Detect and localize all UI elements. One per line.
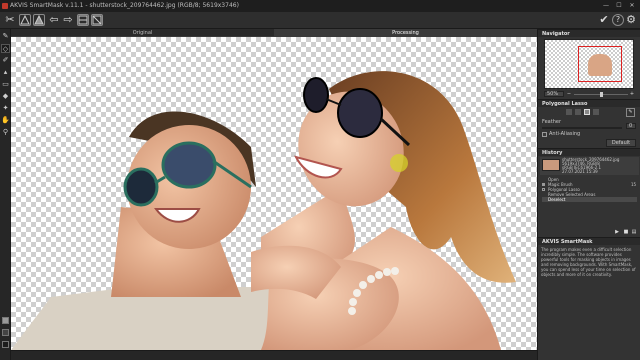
lasso-subtract-icon[interactable] <box>584 109 590 115</box>
polygonal-lasso-header: Polygonal Lasso <box>538 99 640 107</box>
history-file-date: 27.07.2021 15:39 <box>562 169 598 174</box>
feather-label: Feather <box>542 119 562 125</box>
lasso-add-icon[interactable] <box>575 109 581 115</box>
about-text: The program makes even a difficult selec… <box>541 247 636 277</box>
view-tabs: Original Processing <box>11 29 537 37</box>
couple-photo <box>11 71 516 350</box>
app-logo-icon <box>2 3 8 9</box>
history-play-icon[interactable]: ▶ <box>614 229 620 235</box>
magic-brush-icon[interactable]: ✎ <box>1 32 10 41</box>
mode-icon[interactable] <box>19 14 31 26</box>
history-clear-icon[interactable]: ▤ <box>631 229 637 235</box>
color-swap-swatch[interactable] <box>2 341 9 348</box>
lasso-new-selection-icon[interactable] <box>566 109 572 115</box>
apply-check-icon[interactable]: ✔ <box>598 14 610 26</box>
image-canvas[interactable] <box>11 37 537 350</box>
zoom-slider[interactable] <box>574 92 628 97</box>
history-thumbnail <box>542 159 560 171</box>
back-arrow-icon[interactable]: ⇦ <box>48 14 60 26</box>
smartmask-logo-icon: ✂ <box>5 13 15 26</box>
lasso-small-icon <box>542 188 545 191</box>
history-header: History <box>538 148 640 156</box>
settings-gear-icon[interactable]: ⚙ <box>625 14 637 26</box>
navigator-zoom-box[interactable]: 50% <box>544 91 564 97</box>
navigator-thumbnail-couple <box>588 54 612 76</box>
feather-slider[interactable] <box>542 127 622 129</box>
history-list: Open Magic Brush 15 Polygonal Lasso Remo… <box>540 177 639 207</box>
zoom-in-icon[interactable]: + <box>629 91 635 97</box>
selection-brush-icon[interactable]: ✐ <box>1 56 10 65</box>
history-controls: ▶ ■ ▤ <box>540 228 639 236</box>
feather-value: 0 <box>629 123 633 129</box>
polygonal-lasso-icon[interactable]: ◇ <box>1 44 10 53</box>
help-icon[interactable]: ? <box>612 14 624 26</box>
maximize-button[interactable]: ☐ <box>613 0 625 12</box>
zoom-icon[interactable]: ⚲ <box>1 128 10 137</box>
magic-brush-small-icon <box>542 183 545 186</box>
history-item-label: Deselect <box>548 197 566 202</box>
right-panel: Navigator 50% − + Polygonal Lasso ✎ Feat… <box>537 29 640 360</box>
bucket-icon[interactable]: ◆ <box>1 92 10 101</box>
history-brush-icon[interactable]: ✦ <box>1 104 10 113</box>
foreground-swatch[interactable] <box>2 317 9 324</box>
history-delete-icon[interactable]: ■ <box>623 229 629 235</box>
zoom-slider-thumb[interactable] <box>600 92 603 97</box>
title-bar: AKVIS SmartMask v.11.1 - shutterstock_20… <box>0 0 640 12</box>
top-toolbar: ✂ ⇦ ⇨ ✔ ? ⚙ <box>0 12 640 29</box>
antialiasing-label: Anti-Aliasing <box>549 131 581 137</box>
history-file-entry[interactable]: shutterstock_209764462.jpg 5619x3746, RG… <box>540 157 639 175</box>
lasso-intersect-icon[interactable] <box>593 109 599 115</box>
cut-mode-icon[interactable] <box>33 14 45 26</box>
tab-processing[interactable]: Processing <box>274 29 537 37</box>
antialiasing-checkbox[interactable] <box>542 132 547 137</box>
image-icon[interactable] <box>77 14 89 26</box>
eraser-icon[interactable]: ▭ <box>1 80 10 89</box>
mask-icon[interactable] <box>91 14 103 26</box>
background-swatch[interactable] <box>2 329 9 336</box>
tab-original[interactable]: Original <box>11 29 274 37</box>
lasso-tool-preview-icon[interactable]: ✎ <box>626 108 635 117</box>
default-button-label: Default <box>611 140 631 146</box>
close-button[interactable]: ✕ <box>626 0 638 12</box>
default-button[interactable]: Default <box>606 139 636 147</box>
about-header: AKVIS SmartMask <box>538 237 640 245</box>
hand-icon[interactable]: ✋ <box>1 116 10 125</box>
navigator-zoom-value: 50% <box>547 91 559 97</box>
navigator-header: Navigator <box>538 29 640 37</box>
window-title: AKVIS SmartMask v.11.1 - shutterstock_20… <box>10 2 239 9</box>
forward-arrow-icon[interactable]: ⇨ <box>62 14 74 26</box>
minimize-button[interactable]: — <box>600 0 612 12</box>
status-bar <box>11 350 537 360</box>
zoom-out-icon[interactable]: − <box>566 91 572 97</box>
dropper-icon[interactable]: ▴ <box>1 68 10 77</box>
navigator-preview[interactable] <box>544 39 634 89</box>
history-item[interactable]: Deselect <box>542 197 637 202</box>
feather-value-box[interactable]: 0 <box>626 123 636 129</box>
left-toolbar: ✎ ◇ ✐ ▴ ▭ ◆ ✦ ✋ ⚲ <box>0 29 11 360</box>
